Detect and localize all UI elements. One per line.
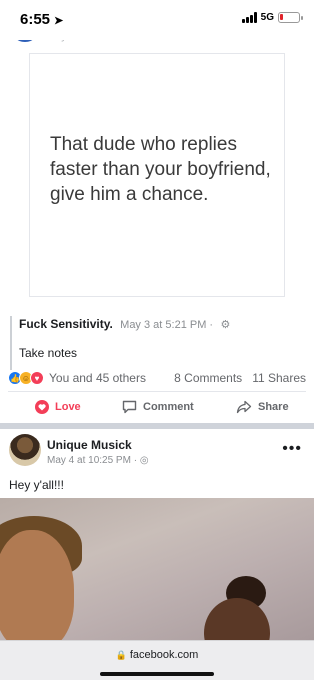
- heart-icon: [35, 400, 49, 414]
- battery-level: [280, 14, 283, 20]
- feed-separator: [0, 423, 314, 429]
- share-icon: [236, 400, 252, 414]
- comment-button[interactable]: Comment: [122, 400, 194, 414]
- status-time: 6:55 ➤: [20, 11, 63, 28]
- quoted-post-author[interactable]: Fuck Sensitivity.: [19, 317, 113, 331]
- location-arrow-icon: ➤: [54, 15, 64, 27]
- more-options-icon[interactable]: •••: [282, 440, 302, 458]
- public-globe-icon: ◎: [139, 455, 149, 466]
- lock-icon: 🔒: [115, 650, 127, 660]
- post-author[interactable]: Unique Musick: [47, 438, 132, 452]
- comment-icon: [122, 400, 137, 414]
- quoted-post: Fuck Sensitivity. May 3 at 5:21 PM · ⚙ T…: [10, 316, 304, 370]
- url-text: facebook.com: [129, 649, 199, 661]
- reactions-row: 👍 ☺ ♥ You and 45 others 8 Comments 11 Sh…: [8, 369, 306, 387]
- clock-text: 6:55: [20, 11, 51, 28]
- url-display[interactable]: 🔒 facebook.com: [0, 649, 314, 661]
- comments-count[interactable]: 8 Comments: [174, 371, 242, 385]
- post-actions: Love Comment Share: [0, 394, 314, 420]
- comment-label: Comment: [143, 401, 194, 413]
- shares-count[interactable]: 11 Shares: [252, 371, 306, 385]
- public-globe-icon: ⚙: [220, 319, 231, 331]
- signal-icon: [241, 12, 257, 23]
- divider: [8, 391, 306, 392]
- home-indicator[interactable]: [100, 672, 214, 676]
- quoted-post-body: Take notes: [19, 346, 78, 360]
- reaction-icons[interactable]: 👍 ☺ ♥: [8, 371, 44, 385]
- post-text: Hey y'all!!!: [9, 478, 64, 492]
- love-label: Love: [55, 401, 81, 413]
- post-time[interactable]: May 4 at 10:25 PM · ◎: [47, 455, 149, 466]
- shared-image[interactable]: That dude who replies faster than your b…: [29, 53, 285, 297]
- battery-icon: [278, 12, 303, 23]
- love-icon: ♥: [30, 371, 44, 385]
- love-button[interactable]: Love: [35, 400, 81, 414]
- share-button[interactable]: Share: [236, 400, 289, 414]
- share-label: Share: [258, 401, 289, 413]
- quoted-post-header: Fuck Sensitivity. May 3 at 5:21 PM · ⚙: [19, 316, 304, 333]
- post-photo[interactable]: [0, 498, 314, 640]
- avatar[interactable]: [9, 434, 41, 466]
- network-type: 5G: [260, 12, 274, 23]
- status-bar: 6:55 ➤ 5G: [0, 0, 314, 40]
- quoted-post-time[interactable]: May 3 at 5:21 PM ·: [120, 319, 213, 331]
- post-time-text: May 4 at 10:25 PM ·: [47, 455, 138, 466]
- reaction-summary[interactable]: You and 45 others: [49, 371, 146, 385]
- status-indicators: 5G: [241, 12, 303, 23]
- browser-url-bar[interactable]: 🔒 facebook.com: [0, 640, 314, 680]
- shared-image-text: That dude who replies faster than your b…: [50, 134, 271, 205]
